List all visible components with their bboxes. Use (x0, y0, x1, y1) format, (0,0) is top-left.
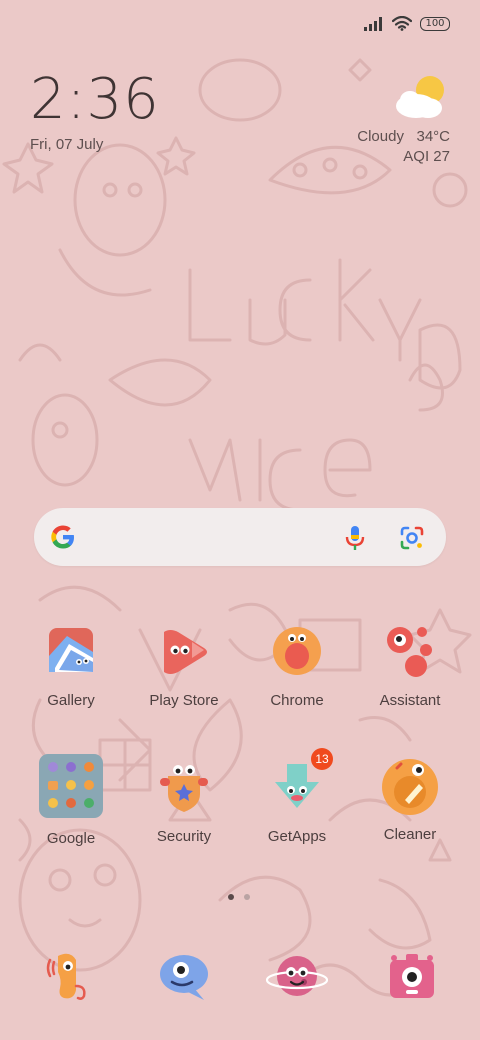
play-store-icon (158, 626, 210, 678)
app-label: Google (46, 830, 96, 847)
page-indicator[interactable] (228, 894, 250, 900)
assistant-icon (384, 626, 436, 678)
cleaner-icon (381, 758, 439, 816)
battery-level: 100 (425, 18, 445, 29)
google-folder-icon (39, 754, 103, 818)
phone-icon (46, 953, 86, 1000)
status-bar: 100 (364, 16, 450, 31)
dock-camera[interactable] (384, 950, 440, 1006)
google-search-bar[interactable] (34, 508, 446, 566)
notification-badge: 13 (311, 748, 333, 770)
app-chrome[interactable]: Chrome (245, 626, 349, 709)
app-label: Cleaner (383, 826, 437, 843)
clock-widget[interactable]: 2:36 Fri, 07 July (30, 67, 160, 154)
browser-icon (265, 956, 329, 996)
chrome-icon (271, 626, 323, 678)
app-google-folder[interactable]: Google (19, 754, 123, 847)
gallery-icon (45, 626, 97, 678)
app-getapps[interactable]: 13 GetApps (245, 748, 349, 845)
partly-cloudy-icon (396, 76, 444, 118)
dock-browser[interactable] (265, 950, 329, 1006)
dock-messages[interactable] (156, 950, 212, 1006)
app-cleaner[interactable]: Cleaner (358, 758, 462, 843)
app-gallery[interactable]: Gallery (19, 626, 123, 709)
camera-icon (390, 954, 434, 998)
battery-indicator: 100 (420, 16, 450, 31)
app-play-store[interactable]: Play Store (132, 626, 236, 709)
voice-search-icon[interactable] (342, 524, 368, 552)
app-label: Security (156, 828, 212, 845)
google-logo-icon (51, 525, 74, 549)
getapps-icon: 13 (271, 748, 333, 814)
page-dot (244, 894, 250, 900)
clock-time: 2:36 (30, 67, 160, 132)
dock-phone[interactable] (44, 948, 100, 1004)
app-label: Play Store (149, 692, 219, 709)
weather-aqi: AQI 27 (403, 148, 450, 165)
app-label: Gallery (47, 692, 95, 709)
weather-widget[interactable]: Cloudy 34°C AQI 27 (357, 72, 450, 167)
wifi-icon (392, 16, 412, 31)
messages-icon (160, 955, 208, 1000)
app-label: Chrome (270, 692, 324, 709)
app-label: Assistant (379, 692, 441, 709)
clock-date: Fri, 07 July (30, 136, 104, 153)
google-lens-icon[interactable] (398, 524, 426, 552)
weather-temperature: 34°C (416, 128, 450, 145)
page-dot-active (228, 894, 234, 900)
security-icon (158, 762, 210, 814)
app-label: GetApps (267, 828, 327, 845)
app-assistant[interactable]: Assistant (358, 626, 462, 709)
weather-condition: Cloudy (357, 128, 404, 145)
app-security[interactable]: Security (132, 762, 236, 845)
cellular-signal-icon (364, 16, 382, 31)
